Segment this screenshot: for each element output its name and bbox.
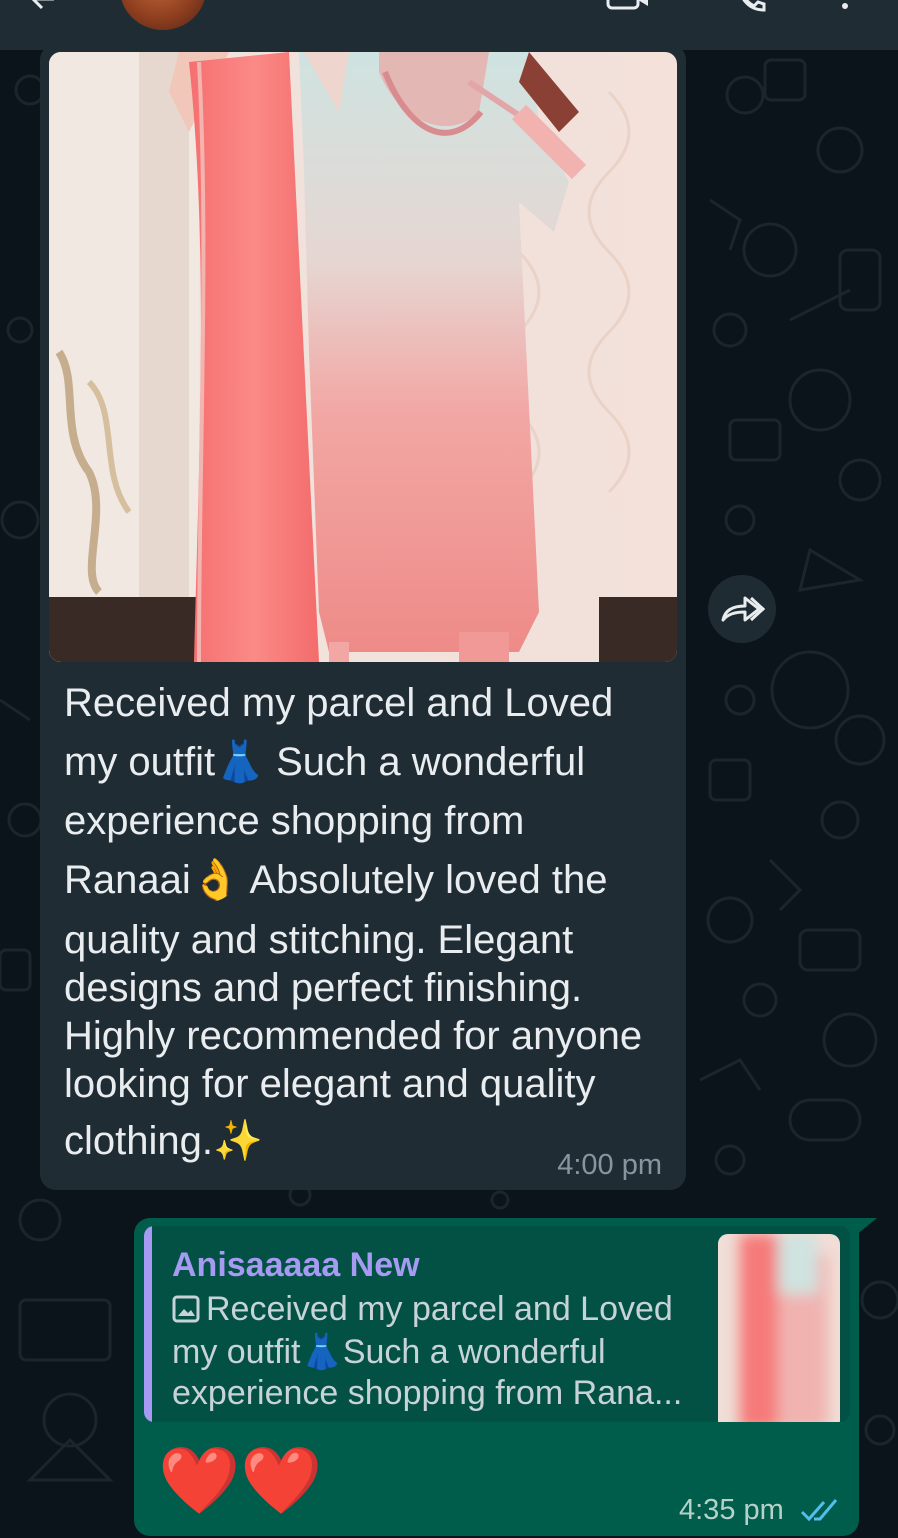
quote-line: experience shopping from Rana... — [172, 1374, 683, 1412]
more-menu-icon[interactable] — [838, 0, 852, 10]
phone-icon[interactable] — [736, 0, 768, 12]
contact-name[interactable]: Anisaaaaa New — [232, 0, 484, 8]
image-icon — [172, 1295, 200, 1323]
video-call-icon[interactable] — [606, 0, 650, 10]
forward-icon — [721, 596, 765, 622]
incoming-message-bubble[interactable]: Received my parcel and Loved my outfit👗 … — [40, 44, 686, 1190]
quote-thumbnail — [718, 1234, 840, 1422]
message-line: quality and stitching. Elegant — [64, 918, 574, 962]
quote-line: Received my parcel and Loved — [172, 1290, 673, 1329]
double-check-icon — [800, 1499, 838, 1522]
message-line: Ranaai👌 Absolutely loved the — [64, 858, 608, 902]
message-text: ❤️❤️ — [158, 1443, 323, 1517]
quote-line: my outfit👗Such a wonderful — [172, 1333, 606, 1371]
incoming-message-text: Received my parcel and Loved my outfit👗 … — [64, 674, 664, 1171]
message-line: looking for elegant and quality — [64, 1062, 596, 1106]
message-line: designs and perfect finishing. — [64, 966, 583, 1010]
message-line: Received my parcel and Loved — [64, 681, 614, 725]
quote-author: Anisaaaaa New — [172, 1246, 420, 1284]
message-line: experience shopping from — [64, 799, 525, 843]
message-line: my outfit👗 Such a wonderful — [64, 740, 586, 784]
message-line: Highly recommended for anyone — [64, 1014, 643, 1058]
outgoing-message-bubble[interactable]: Anisaaaaa New Received my parcel and Lov… — [134, 1218, 859, 1536]
message-timestamp: 4:00 pm — [557, 1149, 662, 1181]
outfit-photo[interactable] — [49, 52, 677, 662]
quoted-message[interactable]: Anisaaaaa New Received my parcel and Lov… — [144, 1226, 850, 1422]
back-arrow-icon[interactable] — [30, 0, 56, 12]
message-timestamp: 4:35 pm — [679, 1494, 784, 1526]
forward-button[interactable] — [708, 575, 776, 643]
chat-header: Anisaaaaa New — [0, 0, 898, 50]
quote-accent-bar — [144, 1226, 152, 1422]
avatar[interactable] — [120, 0, 206, 30]
